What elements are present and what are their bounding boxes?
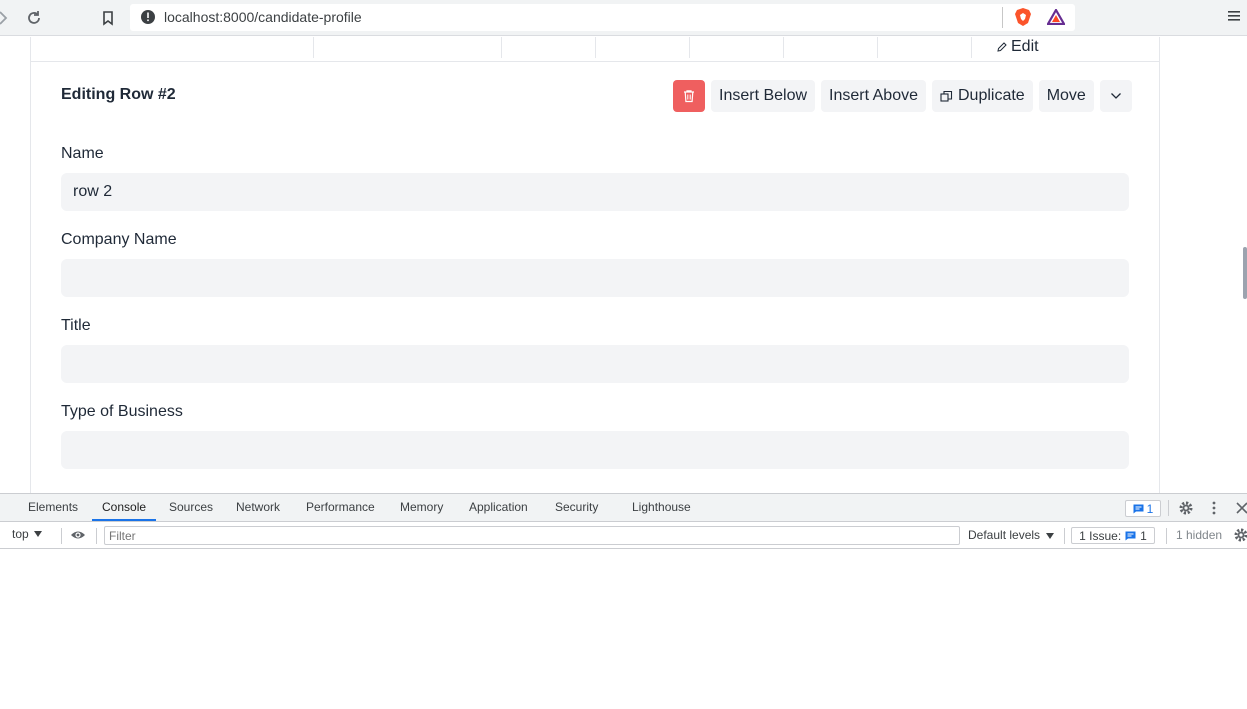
column-divider — [689, 37, 690, 58]
bookmark-icon[interactable] — [98, 8, 118, 28]
page-viewport: Edit Editing Row #2 Insert Below Insert … — [0, 37, 1247, 493]
column-divider — [971, 37, 972, 58]
company-name-input[interactable] — [61, 259, 1129, 297]
tab-console[interactable]: Console — [92, 494, 157, 521]
move-button[interactable]: Move — [1038, 80, 1094, 112]
issues-label: 1 Issue: — [1079, 528, 1122, 543]
name-input[interactable] — [61, 173, 1129, 211]
url-separator — [1002, 7, 1003, 28]
console-settings-icon[interactable] — [1233, 527, 1247, 543]
pencil-icon — [997, 42, 1007, 52]
dropdown-arrow-icon — [1046, 533, 1055, 539]
tab-elements[interactable]: Elements — [28, 494, 78, 521]
browser-menu-icon[interactable] — [1227, 9, 1241, 23]
tab-sources[interactable]: Sources — [169, 494, 213, 521]
edit-row-link[interactable]: Edit — [997, 38, 1039, 56]
devtools-panel: Elements Console Sources Network Perform… — [0, 493, 1247, 709]
page-scrollbar[interactable] — [1243, 247, 1247, 299]
chevron-down-icon — [1110, 93, 1121, 99]
browser-toolbar: localhost:8000/candidate-profile — [0, 0, 1247, 36]
type-of-business-input[interactable] — [61, 431, 1129, 469]
eye-icon[interactable] — [70, 527, 86, 543]
issues-count: 1 — [1140, 528, 1147, 543]
brave-shield-icon[interactable] — [1014, 7, 1032, 27]
duplicate-button[interactable]: Duplicate — [932, 80, 1033, 112]
row-actions: Insert Below Insert Above Duplicate Move — [673, 80, 1132, 112]
trash-icon — [684, 90, 694, 103]
address-bar[interactable]: localhost:8000/candidate-profile — [130, 4, 1075, 31]
column-divider — [313, 37, 314, 58]
tab-performance[interactable]: Performance — [306, 494, 375, 521]
issues-button[interactable]: 1 Issue: 1 — [1071, 527, 1155, 544]
toolbar-divider — [1166, 528, 1167, 544]
close-icon[interactable] — [1234, 500, 1247, 516]
dropdown-arrow-icon — [33, 531, 42, 537]
url-text[interactable]: localhost:8000/candidate-profile — [164, 9, 362, 25]
context-selector[interactable]: top — [12, 527, 42, 541]
edit-label: Edit — [1011, 38, 1039, 55]
toolbar-divider — [1064, 528, 1065, 544]
messages-badge[interactable]: 1 — [1125, 500, 1161, 517]
column-divider — [877, 37, 878, 58]
messages-count: 1 — [1146, 501, 1154, 516]
column-divider — [783, 37, 784, 58]
duplicate-label: Duplicate — [958, 87, 1025, 104]
editing-row-title: Editing Row #2 — [61, 86, 176, 103]
forward-icon[interactable] — [0, 8, 14, 28]
tab-security[interactable]: Security — [555, 494, 598, 521]
company-name-label: Company Name — [61, 231, 177, 248]
hidden-messages-count: 1 hidden — [1176, 528, 1223, 542]
title-input[interactable] — [61, 345, 1129, 383]
repeater-card: Edit Editing Row #2 Insert Below Insert … — [30, 37, 1160, 493]
log-levels-dropdown[interactable]: Default levels — [968, 528, 1055, 542]
devtools-tabbar: Elements Console Sources Network Perform… — [0, 494, 1247, 522]
insert-below-button[interactable]: Insert Below — [711, 80, 816, 112]
type-of-business-label: Type of Business — [61, 403, 183, 420]
tab-network[interactable]: Network — [236, 494, 280, 521]
table-row: Edit — [31, 37, 1159, 62]
tab-memory[interactable]: Memory — [400, 494, 443, 521]
more-actions-button[interactable] — [1099, 80, 1132, 112]
insert-above-button[interactable]: Insert Above — [821, 80, 926, 112]
reload-icon[interactable] — [24, 8, 44, 28]
console-toolbar: top Default levels 1 Issue: 1 1 hidden — [0, 522, 1247, 549]
name-label: Name — [61, 145, 104, 162]
toolbar-divider — [1168, 500, 1169, 516]
toolbar-divider — [96, 528, 97, 544]
gear-icon[interactable] — [1178, 500, 1194, 516]
issue-message-icon — [1125, 531, 1136, 540]
tab-application[interactable]: Application — [469, 494, 528, 521]
toolbar-divider — [61, 528, 62, 544]
tab-lighthouse[interactable]: Lighthouse — [632, 494, 691, 521]
log-levels-label: Default levels — [968, 528, 1041, 542]
context-label: top — [12, 527, 29, 541]
site-info-icon[interactable] — [140, 9, 156, 25]
column-divider — [501, 37, 502, 58]
column-divider — [595, 37, 596, 58]
kebab-menu-icon[interactable] — [1206, 500, 1222, 516]
duplicate-icon — [940, 90, 953, 102]
delete-row-button[interactable] — [673, 80, 705, 112]
rewards-icon[interactable] — [1047, 9, 1065, 25]
message-icon — [1133, 504, 1144, 513]
console-filter-input[interactable] — [104, 526, 960, 545]
title-label: Title — [61, 317, 91, 334]
